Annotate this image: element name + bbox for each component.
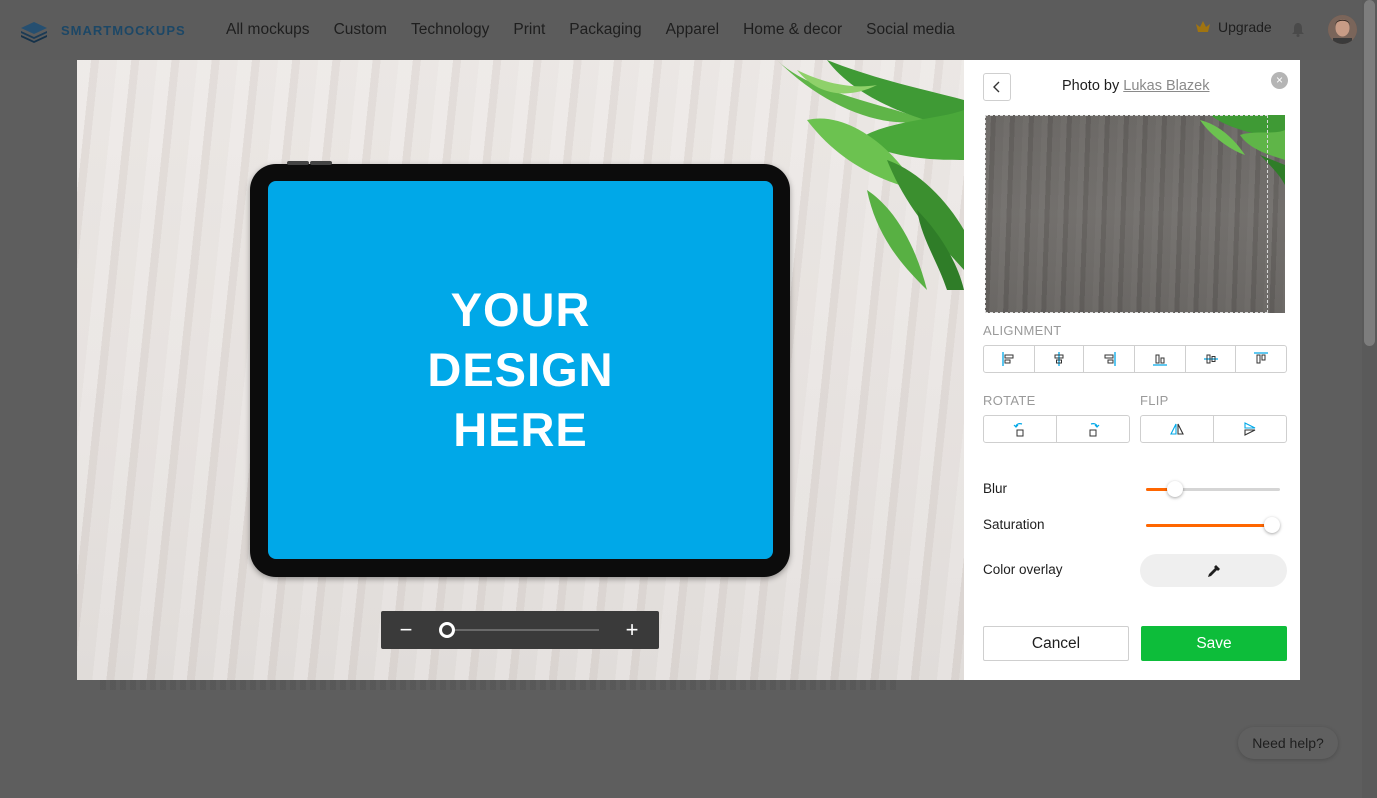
zoom-in-button[interactable]: + [621,617,643,643]
placeholder-line: DESIGN [427,343,614,396]
nav-item-all-mockups[interactable]: All mockups [226,19,310,41]
alignment-button-group [983,345,1287,373]
tablet-button [310,161,332,165]
align-right-icon [1104,352,1116,366]
bell-icon[interactable] [1291,22,1305,37]
placeholder-line: YOUR [450,283,591,336]
main-nav: All mockups Custom Technology Print Pack… [226,19,979,41]
nav-item-apparel[interactable]: Apparel [666,19,719,41]
nav-item-print[interactable]: Print [513,19,545,41]
flip-label: FLIP [1140,393,1169,408]
align-left-icon [1002,352,1014,366]
photo-credit: Photo by Lukas Blazek [1062,78,1210,94]
align-center-vertical-button[interactable] [1186,346,1237,372]
photo-author-link[interactable]: Lukas Blazek [1123,78,1209,94]
align-bottom-icon [1152,354,1167,366]
photo-by-label: Photo by [1062,78,1120,94]
align-center-vertical-icon [1203,354,1218,364]
saturation-label: Saturation [983,517,1045,532]
nav-item-social-media[interactable]: Social media [866,19,955,41]
user-avatar[interactable] [1328,15,1357,44]
blur-slider-knob[interactable] [1167,481,1183,497]
flip-horizontal-button[interactable] [1141,416,1214,442]
align-top-icon [1254,352,1269,364]
background-divider [100,680,900,690]
crop-frame[interactable] [985,115,1268,313]
nav-item-packaging[interactable]: Packaging [569,19,641,41]
rotate-button-group [983,415,1130,443]
flip-vertical-icon [1244,422,1256,436]
brand-name: SMARTMOCKUPS [61,22,186,38]
flip-horizontal-icon [1170,423,1184,435]
rotate-left-button[interactable] [984,416,1057,442]
nav-item-home-decor[interactable]: Home & decor [743,19,842,41]
chevron-left-icon [993,81,1000,93]
saturation-slider[interactable] [1146,516,1280,534]
nav-item-custom[interactable]: Custom [334,19,387,41]
mockup-preview: YOUR DESIGN HERE − + [77,60,964,680]
upgrade-label: Upgrade [1218,19,1272,35]
close-icon[interactable]: × [1271,72,1288,89]
zoom-out-button[interactable]: − [395,617,417,643]
page-scrollbar-thumb[interactable] [1364,0,1375,346]
design-placeholder-screen[interactable]: YOUR DESIGN HERE [268,181,773,559]
photo-settings-panel: Photo by Lukas Blazek × ALIGNMENT ROTATE… [964,60,1300,680]
brand-logo[interactable]: SMARTMOCKUPS [20,16,186,44]
align-center-horizontal-icon [1054,352,1064,366]
rotate-left-icon [1013,423,1024,437]
logo-stack-icon [21,22,47,43]
color-overlay-button[interactable] [1140,554,1287,587]
rotate-right-button[interactable] [1057,416,1129,442]
upgrade-link[interactable]: Upgrade [1196,19,1272,35]
cancel-button[interactable]: Cancel [983,626,1129,661]
help-button[interactable]: Need help? [1238,727,1338,759]
zoom-slider-track[interactable] [447,629,599,631]
back-button[interactable] [983,73,1011,101]
align-bottom-button[interactable] [1135,346,1186,372]
zoom-control: − + [381,611,659,649]
design-placeholder-text: YOUR DESIGN HERE [427,280,613,460]
align-top-button[interactable] [1236,346,1286,372]
rotate-right-icon [1089,423,1100,437]
save-button[interactable]: Save [1141,626,1287,661]
crown-icon [1196,21,1210,32]
align-left-button[interactable] [984,346,1035,372]
avatar-face-icon [1328,15,1357,44]
top-nav-bar: SMARTMOCKUPS All mockups Custom Technolo… [0,0,1362,60]
tablet-button [287,161,309,165]
blur-label: Blur [983,481,1008,496]
eyedropper-icon [1207,564,1220,577]
align-right-button[interactable] [1084,346,1136,372]
alignment-label: ALIGNMENT [983,323,1062,338]
background-photo-thumbnail[interactable] [985,115,1285,313]
placeholder-line: HERE [453,403,588,456]
flip-vertical-button[interactable] [1214,416,1286,442]
saturation-slider-fill [1146,524,1272,527]
flip-button-group [1140,415,1287,443]
blur-slider[interactable] [1146,480,1280,498]
mockup-editor-modal: YOUR DESIGN HERE − + Photo by Lukas Blaze… [77,60,1300,680]
nav-item-technology[interactable]: Technology [411,19,489,41]
align-center-horizontal-button[interactable] [1035,346,1085,372]
color-overlay-label: Color overlay [983,562,1063,577]
rotate-label: ROTATE [983,393,1036,408]
saturation-slider-knob[interactable] [1264,517,1280,533]
zoom-slider-knob[interactable] [439,622,455,638]
